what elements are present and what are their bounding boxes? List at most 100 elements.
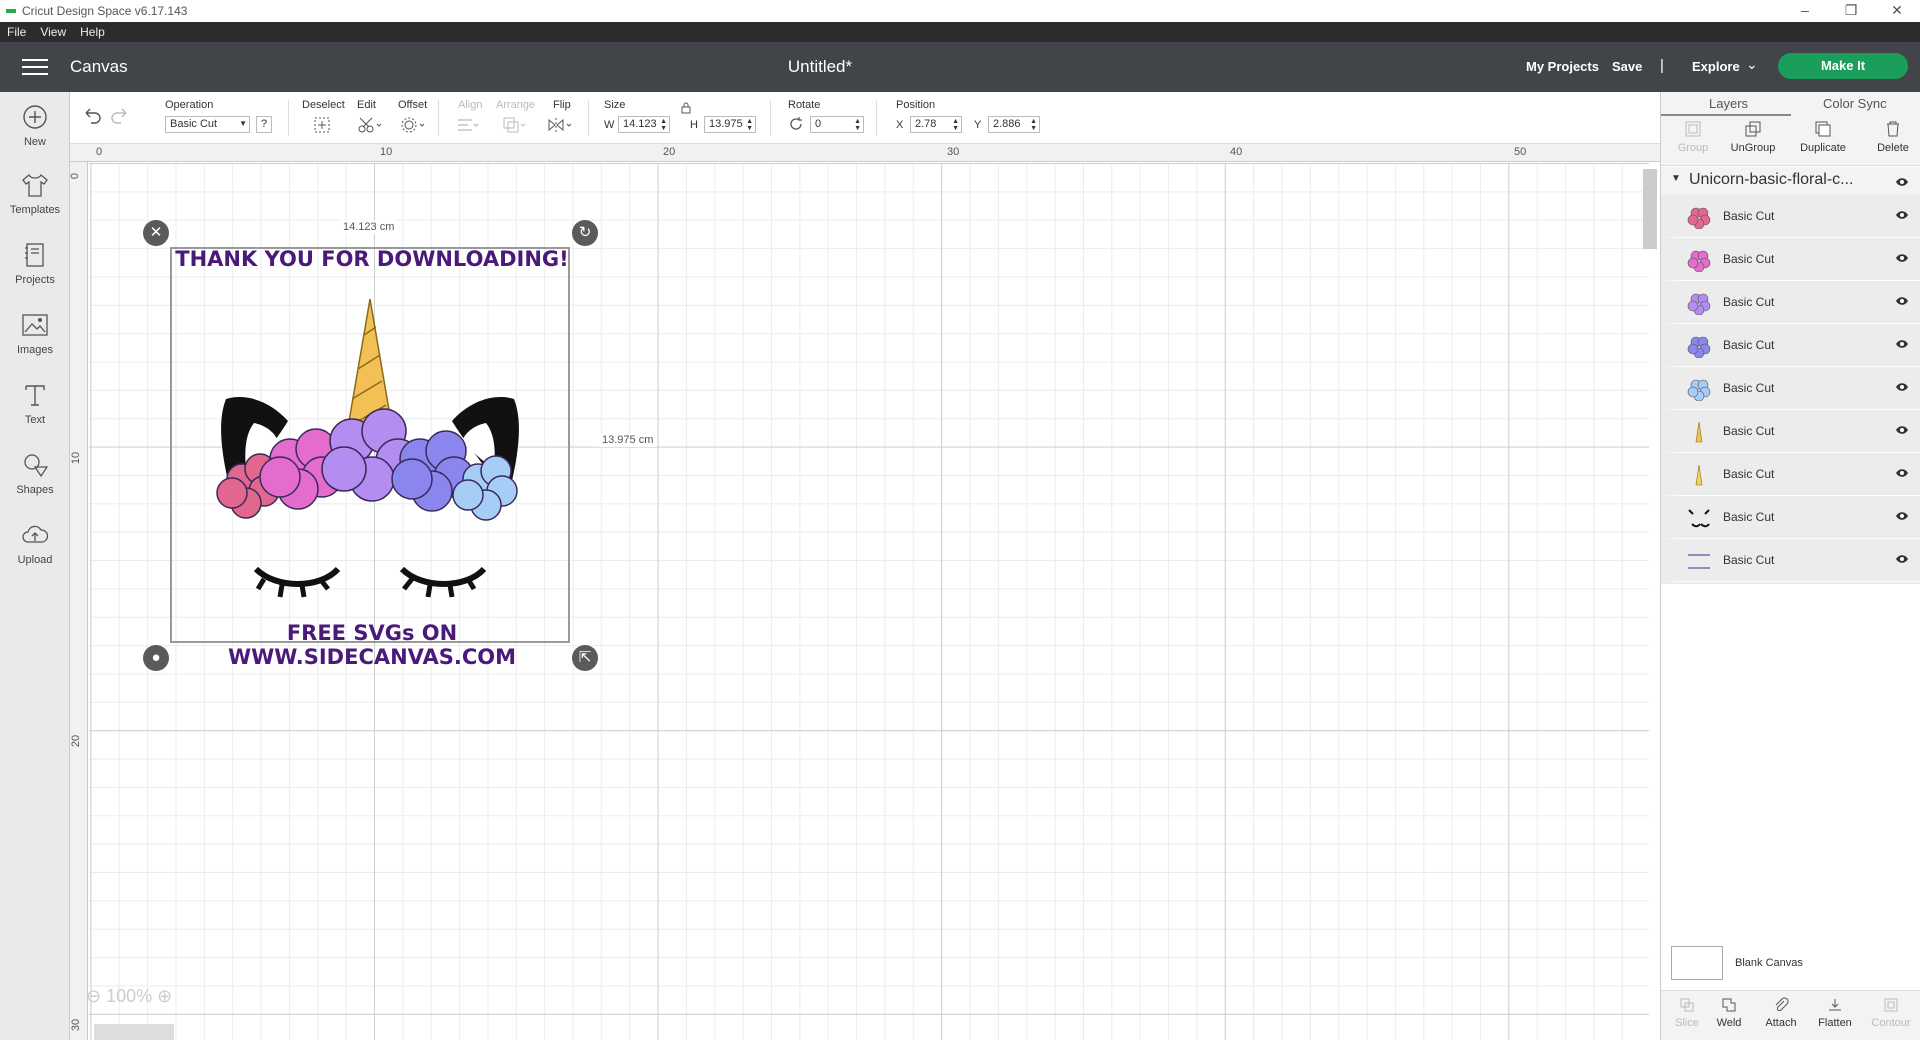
layer-row[interactable]: Basic Cut [1661,410,1920,453]
sidebar-item-images[interactable]: Images [0,310,70,356]
arrange-icon[interactable] [502,116,528,134]
layer-row[interactable]: Basic Cut [1661,324,1920,367]
stepper-icon[interactable]: ▲ ▼ [660,118,667,132]
layer-row[interactable]: Basic Cut [1661,496,1920,539]
stepper-icon[interactable]: ▲ ▼ [952,118,959,132]
layer-row[interactable]: Basic Cut [1661,453,1920,496]
eye-icon[interactable] [1895,424,1909,436]
align-icon[interactable] [456,116,482,134]
sidebar-item-shapes[interactable]: Shapes [0,450,70,496]
tab-layers[interactable]: Layers [1709,96,1748,111]
deselect-label: Deselect [302,99,345,111]
layer-group-header[interactable]: ▼ Unicorn-basic-floral-c... [1661,167,1920,195]
x-position-input[interactable]: 2.78 ▲ ▼ [910,116,962,133]
eye-icon[interactable] [1895,295,1909,307]
layer-name: Basic Cut [1723,209,1775,223]
menu-view[interactable]: View [33,25,73,39]
chevron-down-icon[interactable]: ⌄ [1746,56,1758,73]
make-it-button[interactable]: Make It [1778,53,1908,79]
ruler-tick: 50 [1514,146,1527,158]
sidebar-item-text[interactable]: Text [0,380,70,426]
layer-thumbnail-icon [1687,293,1711,315]
blank-canvas-row[interactable]: Blank Canvas [1671,946,1911,986]
menu-help[interactable]: Help [73,25,112,39]
ungroup-button[interactable]: UnGroup [1721,120,1785,154]
offset-icon[interactable] [400,116,428,134]
stepper-icon[interactable]: ▲ ▼ [1030,118,1037,132]
zoom-out-icon[interactable]: ⊖ [86,986,101,1006]
layer-row[interactable]: Basic Cut [1661,238,1920,281]
layer-row[interactable]: Basic Cut [1661,539,1920,582]
design-text-bottom: FREE SVGs ON WWW.SIDECANVAS.COM [227,621,517,669]
sidebar-item-upload[interactable]: Upload [0,520,70,566]
eye-icon[interactable] [1895,553,1909,565]
layer-row[interactable]: Basic Cut [1661,281,1920,324]
lock-icon[interactable] [680,102,692,114]
zoom-in-icon[interactable]: ⊕ [157,986,172,1006]
stepper-icon[interactable]: ▲ ▼ [746,118,753,132]
layer-name: Basic Cut [1723,381,1775,395]
lock-handle-icon[interactable]: ● [143,645,169,671]
restore-button[interactable]: ❐ [1828,0,1874,22]
save-button[interactable]: Save [1612,59,1642,74]
height-label: H [690,119,698,131]
operation-select[interactable]: Basic Cut ▼ [165,116,250,133]
layer-row[interactable]: Basic Cut [1661,195,1920,238]
weld-button[interactable]: Weld [1703,997,1755,1029]
menu-file[interactable]: File [0,25,33,39]
sidebar-item-projects[interactable]: Projects [0,240,70,286]
contour-button[interactable]: Contour [1865,997,1917,1029]
rotate-input[interactable]: 0 ▲ ▼ [810,116,864,133]
eye-icon[interactable] [1895,176,1909,188]
design-canvas[interactable]: 0 10 20 30 40 50 0 10 20 30 14.123 cm 13… [70,144,1660,1040]
duplicate-button[interactable]: Duplicate [1791,120,1855,154]
rotate-handle-icon[interactable]: ↻ [572,220,598,246]
tab-color-sync[interactable]: Color Sync [1823,96,1887,111]
stepper-icon[interactable]: ▲ ▼ [854,118,861,132]
caret-down-icon[interactable]: ▼ [1671,173,1681,184]
eye-icon[interactable] [1895,510,1909,522]
flip-icon[interactable] [546,116,574,134]
deselect-icon[interactable] [313,116,331,134]
layer-name: Basic Cut [1723,553,1775,567]
layer-name: Basic Cut [1723,467,1775,481]
height-input[interactable]: 13.975 ▲ ▼ [704,116,756,133]
sidebar-item-label: Projects [15,274,55,286]
vertical-scrollbar[interactable] [1643,169,1657,249]
my-projects-button[interactable]: My Projects [1526,59,1599,74]
edit-label: Edit [357,99,376,111]
layer-actions: Group UnGroup Duplicate Delete [1661,116,1920,166]
scissors-icon[interactable] [358,116,384,134]
sidebar-item-new[interactable]: New [0,102,70,148]
delete-handle-icon[interactable]: ✕ [143,220,169,246]
horizontal-scrollbar[interactable] [94,1024,174,1040]
notebook-icon [25,243,44,267]
redo-icon[interactable] [110,106,130,124]
operation-help-button[interactable]: ? [256,116,272,133]
eye-icon[interactable] [1895,338,1909,350]
group-button[interactable]: Group [1661,120,1725,154]
shirt-icon [22,173,48,197]
resize-handle-icon[interactable]: ⇱ [572,645,598,671]
sidebar-item-templates[interactable]: Templates [0,170,70,216]
attach-button[interactable]: Attach [1755,997,1807,1029]
offset-label: Offset [398,99,428,111]
y-position-input[interactable]: 2.886 ▲ ▼ [988,116,1040,133]
width-input[interactable]: 14.123 ▲ ▼ [618,116,670,133]
zoom-control[interactable]: ⊖ 100% ⊕ [86,986,172,1007]
blank-canvas-swatch[interactable] [1671,946,1723,980]
minimize-button[interactable]: – [1782,0,1828,22]
close-window-button[interactable]: ✕ [1874,0,1920,22]
selected-design[interactable]: THANK YOU FOR DOWNLOADING! FREE SVGs ON … [170,247,570,669]
layer-row[interactable]: Basic Cut [1661,367,1920,410]
operation-label: Operation [165,99,214,111]
eye-icon[interactable] [1895,209,1909,221]
arrange-label: Arrange [496,99,536,111]
undo-icon[interactable] [82,106,102,124]
flatten-button[interactable]: Flatten [1809,997,1861,1029]
eye-icon[interactable] [1895,467,1909,479]
explore-button[interactable]: Explore [1692,59,1740,74]
delete-button[interactable]: Delete [1861,120,1920,154]
eye-icon[interactable] [1895,381,1909,393]
eye-icon[interactable] [1895,252,1909,264]
